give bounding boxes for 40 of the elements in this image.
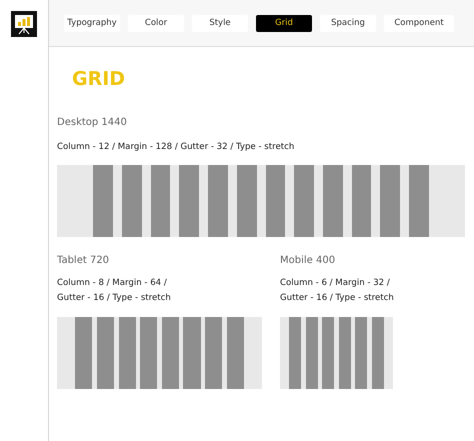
grid-column bbox=[162, 317, 179, 389]
layout-title: Tablet 720 bbox=[57, 255, 110, 267]
easel-chart-icon bbox=[11, 11, 37, 37]
layout-title: Mobile 400 bbox=[280, 255, 336, 267]
page-heading: GRID bbox=[72, 67, 126, 91]
grid-spec: Column - 6 / Margin - 32 / Gutter - 16 / Type - stretch bbox=[280, 277, 395, 305]
grid-column bbox=[236, 165, 257, 237]
tab[interactable]: Component bbox=[384, 14, 454, 32]
grid-column bbox=[266, 165, 286, 237]
tab[interactable]: Grid bbox=[256, 14, 312, 32]
tab[interactable]: Spacing bbox=[320, 14, 376, 32]
grid-column bbox=[150, 165, 170, 237]
grid-spec: Column - 8 / Margin - 64 / Gutter - 16 / Type - stretch bbox=[57, 277, 172, 305]
grid-column bbox=[380, 165, 400, 237]
grid-column bbox=[183, 317, 201, 389]
grid-column bbox=[372, 317, 384, 389]
grid-column bbox=[96, 317, 114, 389]
grid-column bbox=[208, 165, 228, 237]
grid-column bbox=[323, 165, 343, 237]
grid-column bbox=[122, 165, 142, 237]
grid-column bbox=[179, 165, 200, 237]
grid-column bbox=[75, 317, 92, 389]
tab[interactable]: Typography bbox=[64, 14, 120, 32]
grid-column bbox=[205, 317, 222, 389]
grid-spec: Column - 12 / Margin - 128 / Gutter - 32 / Type - stretch bbox=[57, 141, 296, 154]
grid-column bbox=[355, 317, 368, 389]
grid-column bbox=[118, 317, 136, 389]
grid-column bbox=[289, 317, 302, 389]
grid-column bbox=[93, 165, 113, 237]
grid-column bbox=[352, 165, 372, 237]
grid-column bbox=[409, 165, 429, 237]
grid-column bbox=[306, 317, 318, 389]
grid-column bbox=[140, 317, 158, 389]
tab[interactable]: Color bbox=[128, 14, 184, 32]
grid-column bbox=[294, 165, 314, 237]
grid-column bbox=[338, 317, 351, 389]
layout-title: Desktop 1440 bbox=[57, 117, 128, 129]
tab[interactable]: Style bbox=[192, 14, 248, 32]
grid-column bbox=[226, 317, 244, 389]
grid-column bbox=[322, 317, 334, 389]
